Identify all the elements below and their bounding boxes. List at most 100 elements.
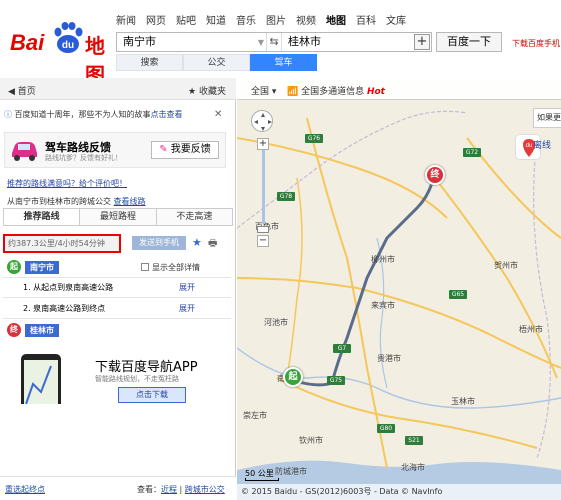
left-panel: ◀ 首页 ★ 收藏夹 ⓘ 百度知道十周年，那些不为人知的故事点击查看 ✕ 驾车路…: [0, 78, 236, 500]
favorites-link[interactable]: ★ 收藏夹: [188, 84, 226, 97]
download-button[interactable]: 点击下载: [118, 387, 186, 403]
city-label[interactable]: 北海市: [401, 462, 425, 473]
nav-item-news[interactable]: 新闻: [116, 12, 136, 27]
city-label[interactable]: 河池市: [264, 317, 288, 328]
rate-route-link[interactable]: 推荐的路线满意吗？给个评价吧！: [7, 178, 127, 189]
download-app-link[interactable]: 下载百度手机: [512, 38, 560, 49]
send-to-phone-button[interactable]: 发送到手机: [132, 236, 186, 250]
nav-item-wenku[interactable]: 文库: [386, 12, 406, 27]
start-dropdown-icon[interactable]: ▼: [256, 38, 266, 47]
car-icon: [12, 142, 37, 161]
star-icon[interactable]: ★: [192, 236, 202, 249]
highway-shield: G80: [377, 424, 395, 433]
map-copyright: © 2015 Baidu - GS(2012)6003号 - Data © Na…: [237, 484, 561, 500]
nav-item-images[interactable]: 图片: [266, 12, 286, 27]
phone-icon: [5, 354, 79, 414]
view-link-nearby[interactable]: 近程: [161, 485, 177, 494]
expand-link[interactable]: 展开: [179, 303, 195, 314]
nav-item-zhidao[interactable]: 知道: [206, 12, 226, 27]
mode-tabs: 搜索 公交 驾车: [116, 54, 317, 71]
city-label[interactable]: 梧州市: [519, 324, 543, 335]
checkbox[interactable]: [141, 263, 149, 271]
map-view[interactable]: 全国 ▾ 📶 全国多通道信息 Hot 如果更 du 离线 + − 柳州市 来宾市…: [237, 78, 561, 500]
pan-arrows-icon: [254, 113, 272, 131]
nav-item-map[interactable]: 地图: [326, 12, 346, 27]
highway-shield: G65: [449, 290, 467, 299]
traffic-link[interactable]: 📶 全国多通道信息 Hot: [287, 84, 385, 97]
route-search-box: 南宁市 ▼ ⇆ 桂林市 ▼: [116, 32, 432, 52]
start-city-tag[interactable]: 南宁市: [25, 261, 59, 274]
highway-shield: G76: [305, 134, 323, 143]
printer-icon[interactable]: 🖶: [208, 236, 217, 253]
end-input[interactable]: 桂林市: [282, 33, 421, 51]
highway-shield: G7: [333, 344, 351, 353]
zoom-slider-track[interactable]: [262, 150, 265, 224]
start-marker[interactable]: 起: [283, 367, 303, 387]
logo-text-du: du: [62, 40, 74, 51]
zoom-out-button[interactable]: −: [257, 235, 269, 247]
end-badge: 终: [7, 323, 21, 337]
start-input[interactable]: 南宁市: [117, 33, 256, 51]
notice-text: 百度知道十周年，那些不为人知的故事: [14, 110, 151, 119]
city-label[interactable]: 玉林市: [451, 396, 475, 407]
view-route-link[interactable]: 查看线路: [114, 197, 146, 206]
nav-item-video[interactable]: 视频: [296, 12, 316, 27]
start-badge: 起: [7, 260, 21, 274]
close-icon[interactable]: ✕: [214, 109, 224, 120]
map-hint[interactable]: 如果更: [533, 108, 561, 128]
tab-no-highway[interactable]: 不走高速: [156, 209, 232, 225]
edit-icon: ✎: [159, 144, 168, 155]
home-link[interactable]: ◀ 首页: [8, 84, 36, 97]
view-link-intercity[interactable]: 跨城市公交: [185, 485, 225, 494]
expand-link[interactable]: 展开: [179, 282, 195, 293]
logo-text-bai: Bai: [10, 30, 45, 55]
top-nav: 新闻 网页 贴吧 知道 音乐 图片 视频 地图 百科 文库: [116, 12, 406, 27]
step-text: 2. 泉南高速公路到终点: [23, 304, 106, 313]
reset-endpoints-link[interactable]: 重选起终点: [5, 484, 45, 495]
route-description: 从南宁市到桂林市的跨城公交 查看线路: [7, 196, 146, 207]
city-label[interactable]: 防城港市: [275, 466, 307, 477]
ad-subtitle: 智能路线规划，不走冤枉路: [95, 375, 179, 383]
route-tabs: 推荐路线 最短路程 不走高速: [3, 208, 233, 226]
tab-bus[interactable]: 公交: [183, 54, 250, 71]
city-label[interactable]: 柳州市: [371, 254, 395, 265]
offline-label[interactable]: 离线: [533, 138, 551, 151]
zoom-in-button[interactable]: +: [257, 138, 269, 150]
swap-icon[interactable]: ⇆: [266, 33, 282, 51]
list-item[interactable]: 1. 从起点到泉南高速公路 展开: [3, 278, 233, 296]
region-select[interactable]: 全国 ▾: [251, 84, 276, 97]
feedback-button-label: 我要反馈: [170, 144, 211, 155]
paw-icon: du: [54, 22, 83, 53]
nav-item-music[interactable]: 音乐: [236, 12, 256, 27]
notice-link[interactable]: 点击查看: [151, 110, 183, 119]
tab-search[interactable]: 搜索: [116, 54, 183, 71]
left-bottom-bar: 重选起终点 查看：近程 | 跨城市公交: [0, 476, 236, 500]
nav-item-baike[interactable]: 百科: [356, 12, 376, 27]
nav-item-tieba[interactable]: 贴吧: [176, 12, 196, 27]
pan-control[interactable]: [251, 110, 273, 132]
zoom-slider-handle[interactable]: [257, 226, 269, 233]
tab-drive[interactable]: 驾车: [250, 54, 317, 71]
map-canvas[interactable]: [237, 78, 561, 500]
tab-shortest[interactable]: 最短路程: [80, 209, 157, 225]
city-label[interactable]: 贺州市: [494, 260, 518, 271]
divider: [3, 318, 231, 319]
tab-recommended[interactable]: 推荐路线: [4, 209, 81, 225]
search-button[interactable]: 百度一下: [436, 32, 502, 52]
end-marker[interactable]: 终: [425, 165, 445, 185]
highway-shield: S21: [405, 436, 423, 445]
add-waypoint-button[interactable]: +: [414, 34, 430, 50]
region-label: 全国: [251, 87, 270, 97]
baidu-logo[interactable]: Bai du 地图: [10, 20, 110, 87]
show-all-details[interactable]: 显示全部详情: [141, 262, 200, 273]
list-item[interactable]: 2. 泉南高速公路到终点 展开: [3, 299, 233, 317]
nav-item-web[interactable]: 网页: [146, 12, 166, 27]
city-label[interactable]: 钦州市: [299, 435, 323, 446]
city-label[interactable]: 崇左市: [243, 410, 267, 421]
end-city-tag[interactable]: 桂林市: [25, 324, 59, 337]
feedback-button[interactable]: ✎ 我要反馈: [151, 141, 219, 159]
info-icon: ⓘ: [4, 110, 12, 119]
city-label[interactable]: 来宾市: [371, 300, 395, 311]
show-all-label: 显示全部详情: [152, 263, 200, 272]
city-label[interactable]: 贵港市: [377, 353, 401, 364]
